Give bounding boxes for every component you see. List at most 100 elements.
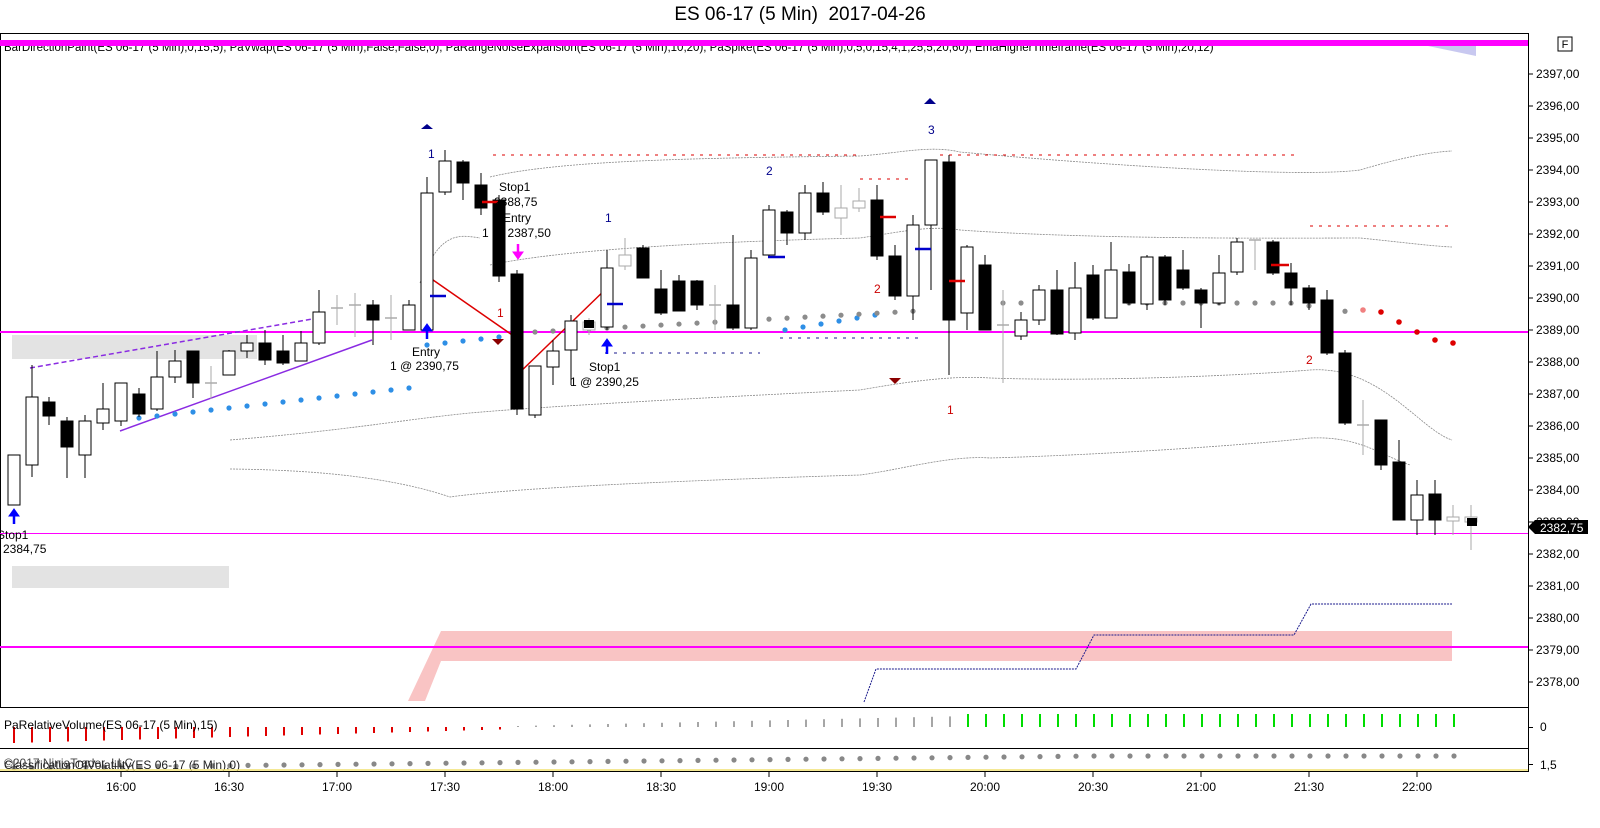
gray-zone-upper xyxy=(12,335,257,359)
volatility-dot xyxy=(263,762,269,768)
time-axis[interactable]: 16:00 16:30 17:00 17:30 18:00 18:30 19:00 19:30… xyxy=(106,772,1432,794)
vwap-dot xyxy=(1450,340,1456,346)
candle-body xyxy=(438,160,452,193)
volatility-dot xyxy=(479,760,485,766)
svg-text:Entry: Entry xyxy=(412,345,440,359)
vwap-dot xyxy=(1414,329,1420,335)
candle-body xyxy=(1032,289,1046,321)
candle-body xyxy=(978,264,992,331)
volatility-dot xyxy=(839,756,845,762)
time-tick-label: 17:30 xyxy=(430,780,460,794)
vwap-dot xyxy=(262,401,268,407)
price-tick-label: 2390,00 xyxy=(1536,291,1580,305)
volatility-dot xyxy=(1271,753,1277,759)
candle-body xyxy=(600,267,614,328)
volatility-dot xyxy=(1127,753,1133,759)
price-tick-label: 2387,00 xyxy=(1536,387,1580,401)
candle-body xyxy=(1122,271,1136,304)
candle-body xyxy=(1176,269,1190,289)
vwap-dot xyxy=(370,389,376,395)
volatility-dot xyxy=(875,755,881,762)
volatility-dot xyxy=(281,762,287,768)
vwap-dot xyxy=(658,322,664,328)
candle-body xyxy=(672,280,686,312)
volatility-dot xyxy=(911,755,917,761)
volatility-dot xyxy=(983,754,989,760)
top-band-marker xyxy=(1428,46,1476,56)
vwap-dot xyxy=(1342,308,1348,314)
time-tick-label: 17:00 xyxy=(322,780,352,794)
candle-body xyxy=(1428,493,1442,521)
svg-text:1: 1 xyxy=(497,306,504,320)
price-tick-label: 2380,00 xyxy=(1536,611,1580,625)
chart-canvas[interactable]: BarDirectionPaint(ES 06-17 (5 Min),0,15,… xyxy=(0,0,1600,828)
volatility-dot xyxy=(533,759,539,765)
candle-body xyxy=(1230,241,1244,273)
candle-body xyxy=(186,350,200,384)
vwap-dot xyxy=(766,316,772,322)
svg-text:2384,75: 2384,75 xyxy=(3,542,47,556)
volatility-dot xyxy=(1001,754,1007,760)
vwap-dot xyxy=(784,315,790,321)
volatility-dot xyxy=(317,762,323,768)
price-axis[interactable]: 2397,00 2396,00 2395,00 2394,00 2393,00 2392,… xyxy=(1528,67,1580,689)
volatility-dot xyxy=(803,756,809,762)
volatility-dot xyxy=(443,760,449,766)
vwap-dot xyxy=(1252,300,1258,306)
volatility-dot xyxy=(1019,754,1025,760)
candle-body xyxy=(420,192,434,331)
time-tick-label: 21:30 xyxy=(1294,780,1324,794)
volatility-dot xyxy=(965,754,971,761)
svg-text:Stop1: Stop1 xyxy=(499,180,531,194)
price-tick-label: 2392,00 xyxy=(1536,227,1580,241)
vwap-dot xyxy=(1432,337,1438,343)
candle-body xyxy=(456,161,470,184)
vwap-dot xyxy=(1396,319,1402,325)
volatility-dot xyxy=(299,762,305,768)
price-tick-label: 2397,00 xyxy=(1536,67,1580,81)
candle-body xyxy=(1212,272,1226,304)
price-tick-label: 2393,00 xyxy=(1536,195,1580,209)
vwap-dot xyxy=(532,329,538,335)
candle-body xyxy=(1104,269,1118,319)
candle-body xyxy=(654,288,668,314)
vwap-dot xyxy=(334,393,340,399)
red-levels xyxy=(493,154,1452,227)
volatility-dot xyxy=(335,761,341,768)
volatility-dot xyxy=(1217,753,1223,759)
volatility-dot xyxy=(1325,753,1331,759)
volatility-dot xyxy=(1181,753,1187,759)
price-tick-label: 2381,00 xyxy=(1536,579,1580,593)
volatility-dot xyxy=(1397,753,1403,759)
volatility-dot xyxy=(947,755,953,761)
candle-body xyxy=(60,420,74,448)
vwap-dot xyxy=(208,407,214,413)
svg-text:2: 2 xyxy=(1306,353,1313,367)
candle-body xyxy=(78,420,92,456)
svg-text:1 @ 2387,50: 1 @ 2387,50 xyxy=(482,226,551,240)
volatility-dot xyxy=(1163,753,1169,759)
candle-body xyxy=(816,192,830,213)
svg-text:Entry: Entry xyxy=(503,211,531,225)
price-tick-label: 2385,00 xyxy=(1536,451,1580,465)
candle-body xyxy=(96,408,110,424)
volatility-dot xyxy=(1091,753,1097,759)
time-tick-label: 16:30 xyxy=(214,780,244,794)
vwap-dot xyxy=(280,399,286,405)
candle-body xyxy=(1374,419,1388,466)
vwap-dot xyxy=(1360,307,1366,313)
time-tick-label: 20:30 xyxy=(1078,780,1108,794)
candle-body xyxy=(240,342,254,352)
vwap-dot xyxy=(856,311,862,317)
vwap-dot xyxy=(172,411,178,417)
volume-panel-label: PaRelativeVolume(ES 06-17 (5 Min),15) xyxy=(4,718,217,732)
candle-body xyxy=(474,184,488,209)
candle-body xyxy=(870,199,884,257)
svg-text:Stop1: Stop1 xyxy=(589,360,621,374)
candle-body xyxy=(276,350,290,364)
vwap-dot xyxy=(190,409,196,415)
price-tick-label: 2395,00 xyxy=(1536,131,1580,145)
svg-text:Stop1: Stop1 xyxy=(0,528,29,542)
vwap-dot xyxy=(838,312,844,318)
volatility-dot xyxy=(1235,753,1241,759)
